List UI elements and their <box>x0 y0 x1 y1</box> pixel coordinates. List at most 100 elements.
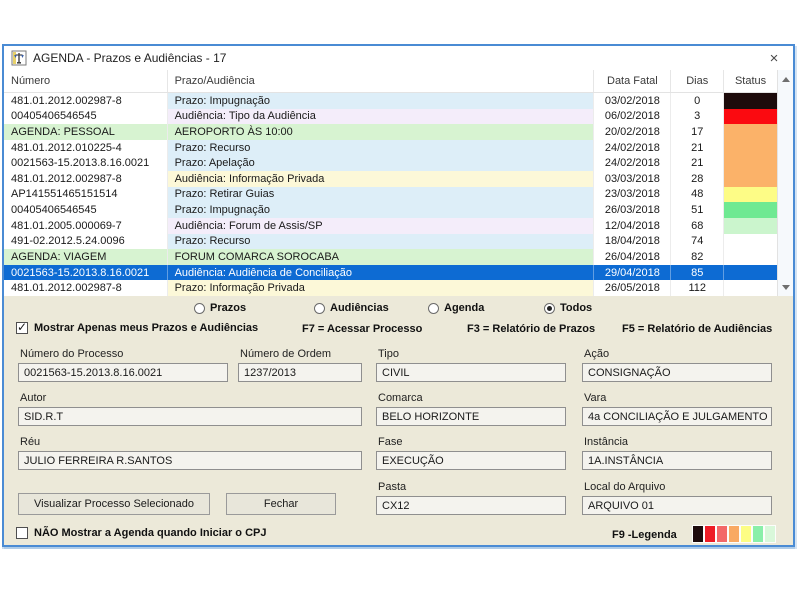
cell-dias: 82 <box>671 249 724 265</box>
cell-prazo-audiencia: AEROPORTO ÀS 10:00 <box>168 124 595 140</box>
label-acao: Ação <box>584 348 609 360</box>
cell-prazo-audiencia: Prazo: Recurso <box>168 140 595 156</box>
checkbox-label: NÃO Mostrar a Agenda quando Iniciar o CP… <box>34 527 266 539</box>
cell-numero: 00405406546545 <box>4 109 168 125</box>
field-reu[interactable]: JULIO FERREIRA R.SANTOS <box>18 451 362 470</box>
table-row[interactable]: 491-02.2012.5.24.0096 Prazo: Recurso 18/… <box>4 234 777 250</box>
field-numero-processo[interactable]: 0021563-15.2013.8.16.0021 <box>18 363 228 382</box>
status-swatch <box>724 218 777 234</box>
shortcut-f5: F5 = Relatório de Audiências <box>622 323 772 335</box>
radio-label: Todos <box>560 302 592 314</box>
cell-data-fatal: 26/04/2018 <box>594 249 671 265</box>
cell-data-fatal: 26/05/2018 <box>594 280 671 296</box>
cell-data-fatal: 24/02/2018 <box>594 155 671 171</box>
field-pasta[interactable]: CX12 <box>376 496 566 515</box>
field-tipo[interactable]: CIVIL <box>376 363 566 382</box>
table-row[interactable]: 00405406546545 Prazo: Impugnação 26/03/2… <box>4 202 777 218</box>
agenda-window: AGENDA - Prazos e Audiências - 17 × Núme… <box>2 44 795 547</box>
cell-data-fatal: 20/02/2018 <box>594 124 671 140</box>
cell-data-fatal: 06/02/2018 <box>594 109 671 125</box>
cell-data-fatal: 12/04/2018 <box>594 218 671 234</box>
cell-prazo-audiencia: Prazo: Impugnação <box>168 202 595 218</box>
field-numero-ordem[interactable]: 1237/2013 <box>238 363 362 382</box>
cell-data-fatal: 23/03/2018 <box>594 187 671 203</box>
radio-todos[interactable]: Todos <box>544 302 592 314</box>
cell-numero: 481.01.2012.002987-8 <box>4 280 168 296</box>
label-numero-processo: Número do Processo <box>20 348 123 360</box>
radio-icon <box>314 303 325 314</box>
cell-prazo-audiencia: Prazo: Apelação <box>168 155 595 171</box>
checkbox-checked-icon <box>16 322 28 334</box>
screen: AGENDA - Prazos e Audiências - 17 × Núme… <box>0 0 800 600</box>
cell-numero: AGENDA: VIAGEM <box>4 249 168 265</box>
field-comarca[interactable]: BELO HORIZONTE <box>376 407 566 426</box>
table-row[interactable]: AGENDA: PESSOAL AEROPORTO ÀS 10:00 20/02… <box>4 124 777 140</box>
scroll-down-icon <box>782 285 790 290</box>
cell-numero: 481.01.2012.010225-4 <box>4 140 168 156</box>
shortcut-f7: F7 = Acessar Processo <box>302 323 422 335</box>
status-swatch <box>724 124 777 140</box>
checkbox-nao-mostrar-agenda[interactable]: NÃO Mostrar a Agenda quando Iniciar o CP… <box>16 527 266 539</box>
table-body: 481.01.2012.002987-8 Prazo: Impugnação 0… <box>4 93 777 296</box>
field-instancia[interactable]: 1A.INSTÂNCIA <box>582 451 772 470</box>
fechar-button[interactable]: Fechar <box>226 493 336 515</box>
scroll-down-button[interactable] <box>778 279 794 295</box>
cell-prazo-audiencia: Audiência: Informação Privada <box>168 171 595 187</box>
column-header-status[interactable]: Status <box>724 70 777 92</box>
visualizar-processo-button[interactable]: Visualizar Processo Selecionado <box>18 493 210 515</box>
radio-audiencias[interactable]: Audiências <box>314 302 389 314</box>
table-row[interactable]: AP141551465151514 Prazo: Retirar Guias 2… <box>4 187 777 203</box>
table-row[interactable]: 481.01.2005.000069-7 Audiência: Forum de… <box>4 218 777 234</box>
table-row[interactable]: 481.01.2012.010225-4 Prazo: Recurso 24/0… <box>4 140 777 156</box>
field-acao[interactable]: CONSIGNAÇÃO <box>582 363 772 382</box>
checkbox-mostrar-apenas[interactable]: Mostrar Apenas meus Prazos e Audiências <box>16 322 258 334</box>
legend-swatch <box>765 526 775 542</box>
cell-data-fatal: 26/03/2018 <box>594 202 671 218</box>
cell-dias: 74 <box>671 234 724 250</box>
table-row-selected[interactable]: 0021563-15.2013.8.16.0021 Audiência: Aud… <box>4 265 777 281</box>
table-row[interactable]: 481.01.2012.002987-8 Prazo: Informação P… <box>4 280 777 296</box>
status-swatch <box>724 249 777 265</box>
cell-numero: 481.01.2005.000069-7 <box>4 218 168 234</box>
cell-dias: 28 <box>671 171 724 187</box>
field-local-arquivo[interactable]: ARQUIVO 01 <box>582 496 772 515</box>
label-instancia: Instância <box>584 436 628 448</box>
column-header-dias[interactable]: Dias <box>671 70 724 92</box>
radio-label: Agenda <box>444 302 484 314</box>
cell-dias: 112 <box>671 280 724 296</box>
cell-prazo-audiencia: Prazo: Recurso <box>168 234 595 250</box>
status-swatch <box>724 140 777 156</box>
radio-agenda[interactable]: Agenda <box>428 302 484 314</box>
table-row[interactable]: 481.01.2012.002987-8 Prazo: Impugnação 0… <box>4 93 777 109</box>
table-row[interactable]: 00405406546545 Audiência: Tipo da Audiên… <box>4 109 777 125</box>
field-autor[interactable]: SID.R.T <box>18 407 362 426</box>
radio-prazos[interactable]: Prazos <box>194 302 246 314</box>
label-autor: Autor <box>20 392 46 404</box>
legend-swatch <box>717 526 727 542</box>
cell-data-fatal: 18/04/2018 <box>594 234 671 250</box>
table-row[interactable]: 481.01.2012.002987-8 Audiência: Informaç… <box>4 171 777 187</box>
status-swatch <box>724 234 777 250</box>
field-fase[interactable]: EXECUÇÃO <box>376 451 566 470</box>
vertical-scrollbar[interactable] <box>777 70 793 296</box>
cell-dias: 21 <box>671 155 724 171</box>
status-swatch <box>724 109 777 125</box>
status-legend <box>692 525 776 543</box>
column-header-prazo[interactable]: Prazo/Audiência <box>168 70 595 92</box>
cell-prazo-audiencia: Audiência: Tipo da Audiência <box>168 109 595 125</box>
cell-numero: 481.01.2012.002987-8 <box>4 171 168 187</box>
cell-dias: 68 <box>671 218 724 234</box>
cell-dias: 3 <box>671 109 724 125</box>
table-row[interactable]: 0021563-15.2013.8.16.0021 Prazo: Apelaçã… <box>4 155 777 171</box>
scroll-up-button[interactable] <box>778 71 794 87</box>
cell-data-fatal: 03/03/2018 <box>594 171 671 187</box>
close-button[interactable]: × <box>763 47 785 69</box>
field-vara[interactable]: 4a CONCILIAÇÃO E JULGAMENTO <box>582 407 772 426</box>
table-row[interactable]: AGENDA: VIAGEM FORUM COMARCA SOROCABA 26… <box>4 249 777 265</box>
column-header-data-fatal[interactable]: Data Fatal <box>594 70 671 92</box>
window-title: AGENDA - Prazos e Audiências - 17 <box>33 51 226 65</box>
checkbox-unchecked-icon <box>16 527 28 539</box>
status-swatch <box>724 187 777 203</box>
cell-dias: 21 <box>671 140 724 156</box>
column-header-numero[interactable]: Número <box>4 70 168 92</box>
